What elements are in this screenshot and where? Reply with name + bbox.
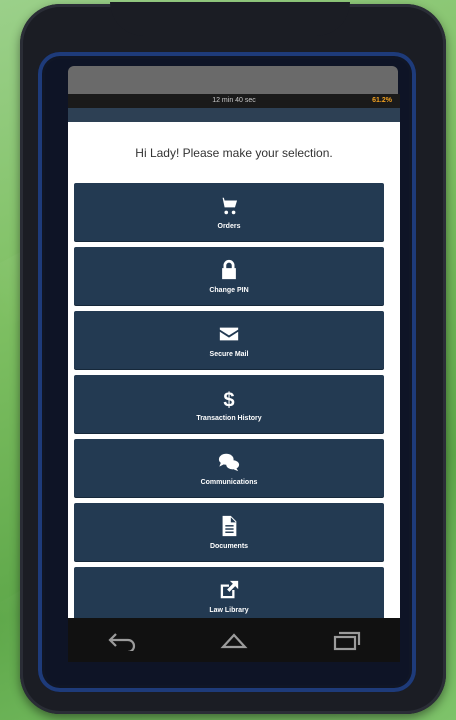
battery-level: 61.2% (372, 97, 392, 104)
orders-button[interactable]: Orders (74, 183, 384, 241)
menu-item-label: Communications (200, 478, 258, 486)
home-icon[interactable] (217, 629, 251, 651)
session-timer: 12 min 40 sec (212, 97, 256, 104)
dollar-icon: $ (223, 389, 234, 409)
menu-item-label: Orders (217, 222, 241, 230)
communications-button[interactable]: Communications (74, 439, 384, 497)
status-bar: 12 min 40 sec 61.2% (68, 94, 400, 108)
menu-item-label: Transaction History (196, 414, 262, 422)
svg-text:$: $ (223, 389, 234, 409)
secure-mail-button[interactable]: Secure Mail (74, 311, 384, 369)
documents-button[interactable]: Documents (74, 503, 384, 561)
lock-icon (222, 259, 236, 279)
main-menu: Orders Change PIN Secure Mail $ Transact… (68, 183, 400, 618)
app-screen: 12 min 40 sec 61.2% Hi Lady! Please make… (68, 94, 400, 618)
chat-bubbles-icon (218, 453, 240, 471)
greeting-text: Hi Lady! Please make your selection. (135, 146, 333, 160)
menu-item-label: Change PIN (209, 286, 249, 294)
app-header-bar (68, 108, 400, 122)
document-icon (222, 515, 237, 536)
menu-item-label: Secure Mail (209, 350, 249, 358)
menu-item-label: Law Library (209, 606, 249, 614)
cart-icon (219, 197, 238, 214)
law-library-button[interactable]: Law Library (74, 567, 384, 618)
android-nav-bar (68, 618, 400, 662)
external-link-icon (220, 580, 239, 598)
menu-item-label: Documents (209, 542, 249, 550)
recent-apps-icon[interactable] (328, 629, 362, 651)
change-pin-button[interactable]: Change PIN (74, 247, 384, 305)
back-icon[interactable] (106, 629, 140, 651)
transaction-history-button[interactable]: $ Transaction History (74, 375, 384, 433)
envelope-icon (219, 327, 239, 340)
case-bumper (110, 2, 350, 36)
screen-bezel (68, 66, 398, 94)
